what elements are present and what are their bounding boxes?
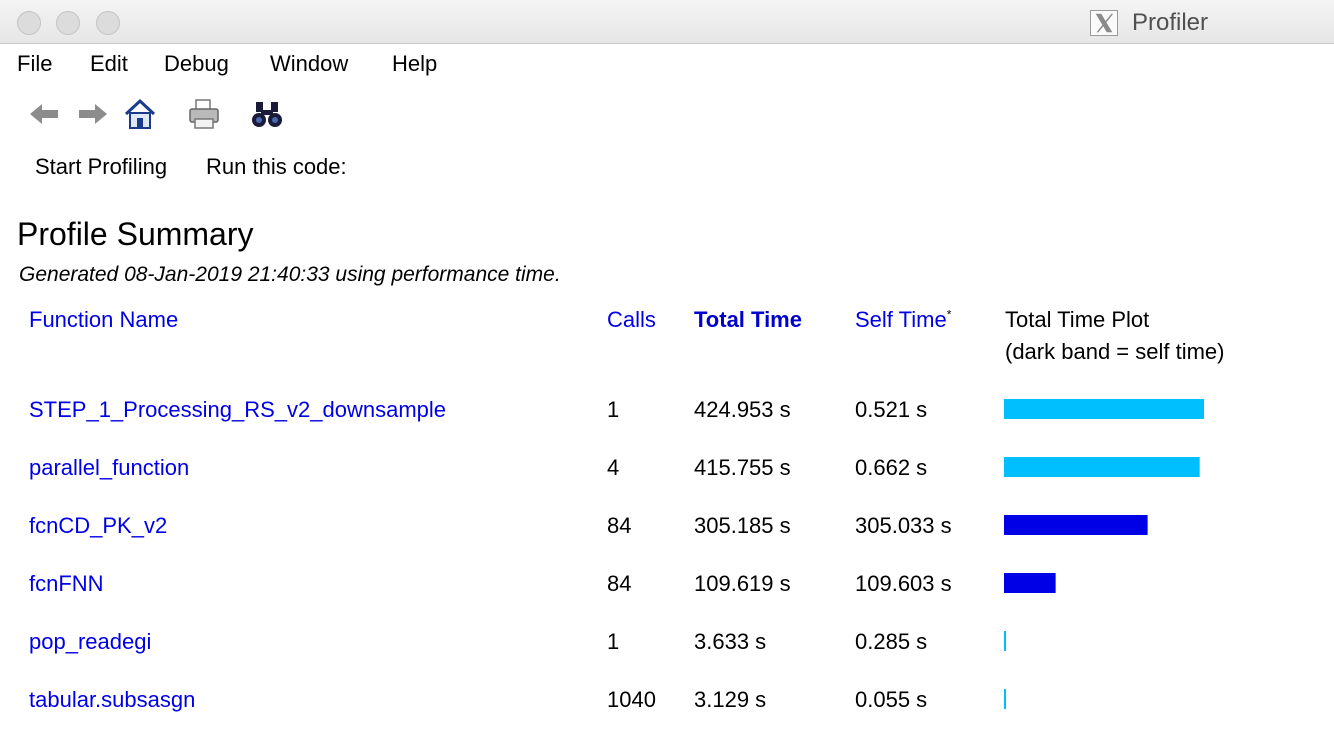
table-row: STEP_1_Processing_RS_v2_downsample 1 424… <box>0 397 1334 437</box>
total-time-value: 424.953 s <box>694 397 791 422</box>
total-time-plot <box>1004 689 1224 709</box>
total-time-bar <box>1004 457 1200 477</box>
column-header-calls[interactable]: Calls <box>607 307 656 333</box>
function-name-link[interactable]: parallel_function <box>29 455 189 481</box>
calls-value: 1 <box>607 397 620 422</box>
table-row: fcnFNN 84 109.619 s 109.603 s <box>0 571 1334 611</box>
total-time-plot <box>1004 399 1224 419</box>
table-row: pop_readegi 1 3.633 s 0.285 s <box>0 629 1334 669</box>
self-time-value: 305.033 s <box>855 513 952 538</box>
window-titlebar: Profiler <box>0 0 1334 44</box>
total-time-bar <box>1004 399 1204 419</box>
total-time-value: 109.619 s <box>694 571 791 596</box>
window-title: Profiler <box>1132 9 1209 36</box>
menu-help[interactable]: Help <box>392 51 437 77</box>
total-time-value: 305.185 s <box>694 513 791 538</box>
function-name-link[interactable]: STEP_1_Processing_RS_v2_downsample <box>29 397 446 423</box>
home-icon[interactable] <box>123 97 157 131</box>
self-time-footnote-mark: * <box>946 307 952 322</box>
plot-legend-note: (dark band = self time) <box>1005 339 1225 364</box>
function-name-link[interactable]: tabular.subsasgn <box>29 687 195 713</box>
table-row: parallel_function 4 415.755 s 0.662 s <box>0 455 1334 495</box>
close-window-button[interactable] <box>17 11 41 35</box>
calls-value: 84 <box>607 571 632 596</box>
self-time-value: 109.603 s <box>855 571 952 596</box>
zoom-window-button[interactable] <box>96 11 120 35</box>
column-header-function-name[interactable]: Function Name <box>29 307 178 333</box>
total-time-bar <box>1004 689 1006 709</box>
x11-logo-icon <box>1090 10 1118 36</box>
self-time-bar <box>1004 515 1148 535</box>
column-header-total-time[interactable]: Total Time <box>694 307 802 333</box>
total-time-plot <box>1004 457 1224 477</box>
total-time-value: 415.755 s <box>694 455 791 480</box>
print-icon[interactable] <box>187 97 221 131</box>
calls-value: 1 <box>607 629 620 654</box>
menu-debug[interactable]: Debug <box>164 51 229 77</box>
self-time-value: 0.521 s <box>855 397 928 422</box>
menu-bar: File Edit Debug Window Help <box>0 44 1334 84</box>
calls-value: 1040 <box>607 687 656 712</box>
back-arrow-icon[interactable] <box>27 97 61 131</box>
self-time-value: 0.285 s <box>855 629 928 654</box>
action-row: Start Profiling Run this code: <box>0 150 1334 184</box>
run-code-label: Run this code: <box>206 154 347 179</box>
function-name-link[interactable]: pop_readegi <box>29 629 151 655</box>
toolbar <box>0 92 1334 138</box>
generated-timestamp: Generated 08-Jan-2019 21:40:33 using per… <box>19 263 561 286</box>
self-time-value: 0.055 s <box>855 687 928 712</box>
self-time-value: 0.662 s <box>855 455 928 480</box>
menu-window[interactable]: Window <box>270 51 348 77</box>
column-header-plot: Total Time Plot <box>1005 307 1150 332</box>
total-time-plot <box>1004 631 1224 651</box>
page-title: Profile Summary <box>17 216 254 252</box>
total-time-plot <box>1004 573 1224 593</box>
function-name-link[interactable]: fcnCD_PK_v2 <box>29 513 167 539</box>
menu-edit[interactable]: Edit <box>90 51 128 77</box>
calls-value: 4 <box>607 455 620 480</box>
table-row: tabular.subsasgn 1040 3.129 s 0.055 s <box>0 687 1334 727</box>
calls-value: 84 <box>607 513 632 538</box>
minimize-window-button[interactable] <box>56 11 80 35</box>
find-icon[interactable] <box>250 97 284 131</box>
total-time-value: 3.129 s <box>694 687 767 712</box>
forward-arrow-icon[interactable] <box>76 97 110 131</box>
total-time-value: 3.633 s <box>694 629 767 654</box>
total-time-bar <box>1004 631 1006 651</box>
function-name-link[interactable]: fcnFNN <box>29 571 104 597</box>
start-profiling-button[interactable]: Start Profiling <box>35 154 167 180</box>
column-header-self-time[interactable]: Self Time* <box>855 307 951 333</box>
total-time-plot <box>1004 515 1224 535</box>
table-row: fcnCD_PK_v2 84 305.185 s 305.033 s <box>0 513 1334 553</box>
self-time-label: Self Time <box>855 307 947 332</box>
menu-file[interactable]: File <box>17 51 52 77</box>
self-time-bar <box>1004 573 1056 593</box>
